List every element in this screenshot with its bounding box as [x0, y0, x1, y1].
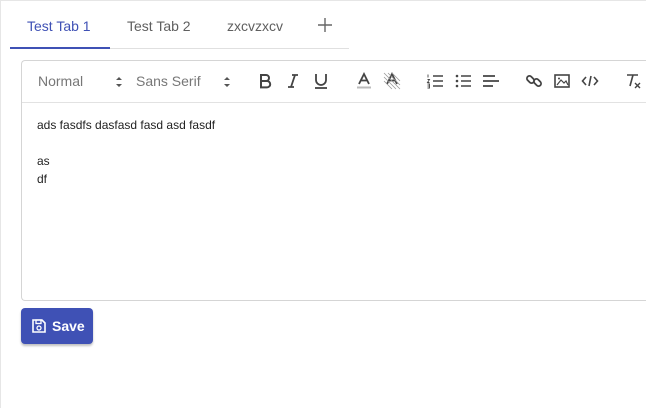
tab-bar: Test Tab 1 Test Tab 2 zxcvzxcv — [10, 1, 349, 49]
app-frame: Test Tab 1 Test Tab 2 zxcvzxcv Normal Sa… — [0, 0, 646, 408]
underline-icon[interactable] — [310, 71, 332, 91]
background-color-icon[interactable] — [381, 71, 403, 91]
image-icon[interactable] — [551, 71, 573, 91]
clear-format-icon[interactable] — [622, 71, 644, 91]
link-icon[interactable] — [523, 71, 545, 91]
save-icon — [32, 319, 46, 333]
font-select[interactable]: Sans Serif — [136, 73, 236, 89]
text-color-icon[interactable] — [353, 71, 375, 91]
ordered-list-icon[interactable] — [424, 71, 446, 91]
active-tab-indicator — [10, 47, 110, 49]
tab-zxcvzxcv[interactable]: zxcvzxcv — [227, 18, 283, 34]
editor-line: as — [37, 154, 50, 168]
chevron-updown-icon — [224, 77, 230, 87]
editor-line: df — [37, 172, 48, 186]
save-button-label: Save — [52, 318, 85, 334]
editor-content[interactable]: ads fasdfs dasfasd fasd asd fasdf as df — [37, 116, 215, 188]
editor-toolbar: Normal Sans Serif — [22, 61, 646, 103]
align-icon[interactable] — [480, 71, 502, 91]
font-select-value: Sans Serif — [136, 73, 201, 89]
plus-icon[interactable] — [315, 15, 335, 35]
size-select-value: Normal — [38, 73, 84, 89]
editor-line — [37, 134, 215, 152]
tab-test-tab-1[interactable]: Test Tab 1 — [27, 18, 91, 34]
bold-icon[interactable] — [254, 71, 276, 91]
chevron-updown-icon — [116, 77, 122, 87]
italic-icon[interactable] — [282, 71, 304, 91]
rich-text-editor: Normal Sans Serif ads fasdfs dasfasd fas… — [21, 60, 646, 301]
save-button[interactable]: Save — [21, 308, 93, 344]
editor-line: ads fasdfs dasfasd fasd asd fasdf — [37, 118, 216, 132]
size-select[interactable]: Normal — [38, 73, 128, 89]
code-icon[interactable] — [579, 71, 601, 91]
tab-test-tab-2[interactable]: Test Tab 2 — [127, 18, 191, 34]
bullet-list-icon[interactable] — [452, 71, 474, 91]
